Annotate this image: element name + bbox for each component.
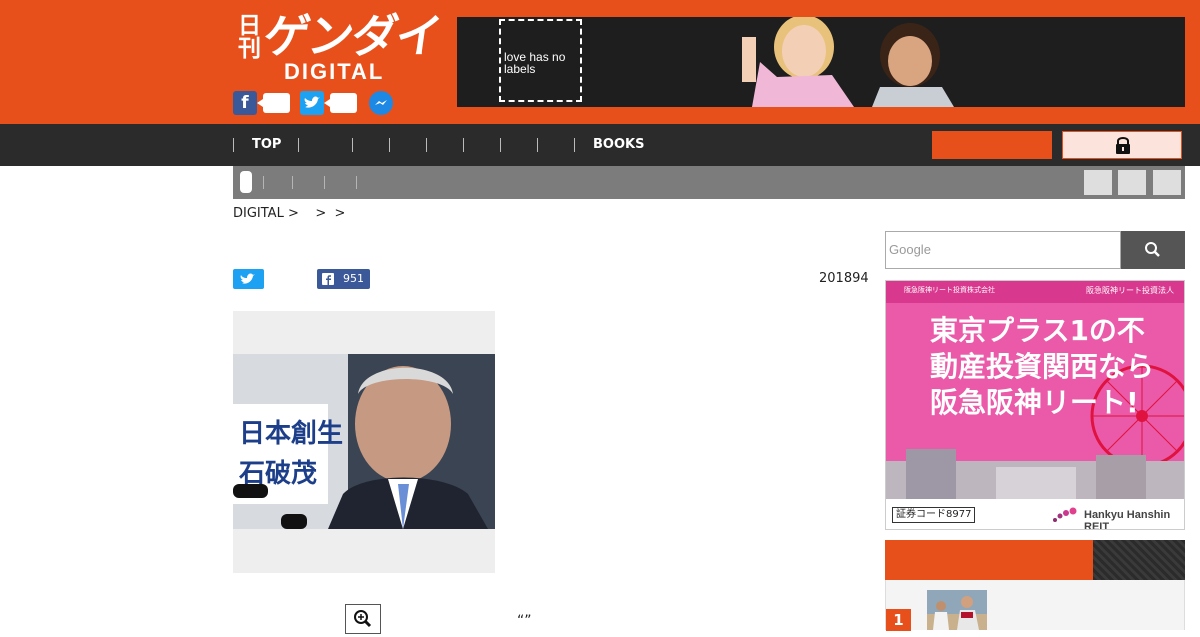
nav-separator xyxy=(352,138,353,152)
sub-nav-separator xyxy=(356,176,357,189)
sub-nav-separator xyxy=(292,176,293,189)
twitter-share-button[interactable] xyxy=(233,269,264,289)
twitter-icon xyxy=(240,273,255,284)
sub-nav-button[interactable] xyxy=(1118,170,1146,195)
sidebar-ad[interactable]: 阪急阪神リート投資株式会社 阪急阪神リート投資法人 東京プラス1の不動産投資関西… xyxy=(885,280,1185,530)
search-placeholder: Google xyxy=(889,242,931,257)
sub-nav-button[interactable] xyxy=(1084,170,1112,195)
sub-nav-indicator[interactable] xyxy=(240,171,252,193)
facebook-count-bubble xyxy=(257,93,290,113)
ranking-header-pattern xyxy=(1093,540,1185,580)
twitter-icon xyxy=(300,91,324,115)
banner-child-image xyxy=(732,17,862,107)
article-photo[interactable]: 日本創生 石破茂 xyxy=(233,354,495,529)
nav-item-books[interactable]: BOOKS xyxy=(593,136,644,154)
nav-login-button[interactable] xyxy=(1062,131,1182,159)
banner-ad-text: love has no labels xyxy=(504,50,566,76)
sidebar-ad-headline: 東京プラス1の不動産投資関西なら阪急阪神リート! xyxy=(930,314,1155,419)
nav-separator xyxy=(426,138,427,152)
article-date: 201894 xyxy=(819,271,869,286)
sidebar-ad-logo-icon xyxy=(1053,507,1077,522)
article-photo-frame: 日本創生 石破茂 xyxy=(233,311,495,573)
header-twitter-button[interactable] xyxy=(300,91,357,115)
sub-nav xyxy=(233,166,1185,199)
buildings-graphic xyxy=(886,449,1184,501)
nav-separator xyxy=(298,138,299,152)
header-facebook-button[interactable]: f xyxy=(233,91,290,115)
sub-nav-separator xyxy=(324,176,325,189)
nav-separator xyxy=(500,138,501,152)
facebook-share-count: 951 xyxy=(343,272,364,285)
logo-digital[interactable]: DIGITAL xyxy=(284,61,384,83)
nav-separator xyxy=(537,138,538,152)
sidebar-ad-fund: 阪急阪神リート投資法人 xyxy=(1086,286,1174,295)
nav-register-button[interactable] xyxy=(932,131,1052,159)
search-input[interactable]: Google xyxy=(885,231,1121,269)
nav-separator xyxy=(233,138,234,152)
sidebar-ad-code: 証券コード8977 xyxy=(892,507,976,523)
facebook-icon xyxy=(322,273,334,285)
photo-placard-text: 日本創生 xyxy=(239,419,343,449)
sidebar-ad-footer: 証券コード8977 Hankyu Hanshin REIT xyxy=(886,499,1184,530)
banner-ad[interactable]: love has no labels xyxy=(457,17,1185,107)
sidebar-ad-company: 阪急阪神リート投資株式会社 xyxy=(904,286,995,294)
nav-separator xyxy=(574,138,575,152)
zoom-icon xyxy=(354,610,372,628)
nav-separator xyxy=(463,138,464,152)
search-button[interactable] xyxy=(1121,231,1185,269)
banner-child-image-2 xyxy=(862,21,972,107)
facebook-share-button[interactable]: 951 xyxy=(317,269,370,289)
sidebar-ad-brand: Hankyu Hanshin REIT xyxy=(1084,509,1171,530)
ranking-number: 1 xyxy=(886,609,911,631)
photo-caption: “” xyxy=(517,613,532,629)
twitter-count-bubble xyxy=(324,93,357,113)
messenger-icon[interactable] xyxy=(369,91,393,115)
nav-item-top[interactable]: TOP xyxy=(252,136,281,154)
logo-kanji[interactable]: 日刊 xyxy=(238,14,262,60)
ranking-header xyxy=(885,540,1185,580)
lock-icon xyxy=(1116,137,1130,154)
sub-nav-separator xyxy=(263,176,264,189)
sub-nav-button[interactable] xyxy=(1153,170,1181,195)
search-icon xyxy=(1145,242,1160,257)
logo-katakana[interactable]: ゲンダイ xyxy=(260,8,444,64)
nav-separator xyxy=(389,138,390,152)
ranking-thumbnail[interactable] xyxy=(927,590,987,630)
breadcrumb[interactable]: DIGITAL > > > xyxy=(233,206,345,222)
facebook-icon: f xyxy=(233,91,257,115)
